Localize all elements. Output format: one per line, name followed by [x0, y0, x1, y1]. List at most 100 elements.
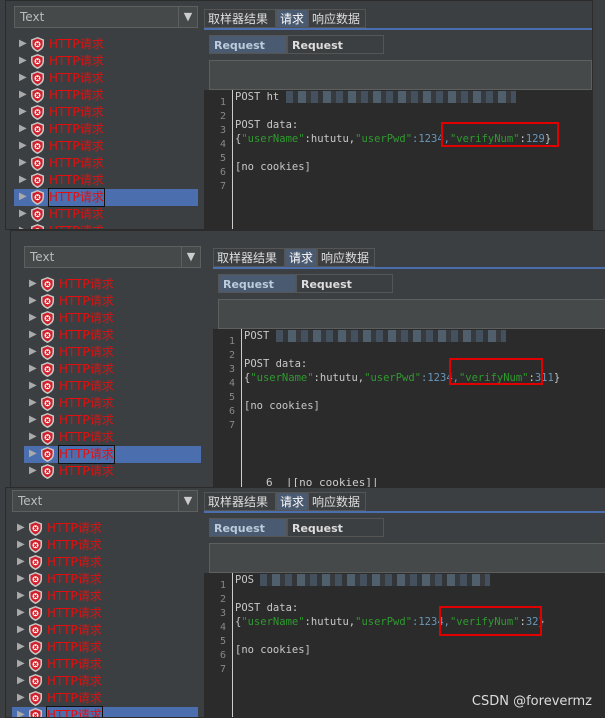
- tab-response-data[interactable]: 响应数据: [308, 9, 366, 28]
- expand-arrow-icon[interactable]: ▶: [19, 174, 27, 185]
- subtab-request-headers[interactable]: Request Headers: [296, 274, 393, 310]
- tree-item[interactable]: ▶ HTTP请求: [24, 429, 201, 446]
- expand-arrow-icon[interactable]: ▶: [17, 641, 25, 652]
- tree-item[interactable]: ▶ HTTP请求: [12, 537, 198, 554]
- expand-arrow-icon[interactable]: ▶: [19, 208, 27, 219]
- tree-item[interactable]: ▶ HTTP请求: [24, 361, 201, 378]
- tree-item[interactable]: ▶ HTTP请求: [12, 639, 198, 656]
- expand-arrow-icon[interactable]: ▶: [17, 590, 25, 601]
- tree-item[interactable]: ▶ HTTP请求: [12, 605, 198, 622]
- tab-response-data[interactable]: 响应数据: [317, 248, 375, 267]
- expand-arrow-icon[interactable]: ▶: [29, 431, 37, 442]
- tree-item[interactable]: ▶ HTTP请求: [14, 223, 198, 229]
- expand-arrow-icon[interactable]: ▶: [19, 191, 27, 202]
- expand-arrow-icon[interactable]: ▶: [29, 363, 37, 374]
- tree-item[interactable]: ▶ HTTP请求: [24, 293, 201, 310]
- expand-arrow-icon[interactable]: ▶: [17, 675, 25, 686]
- renderer-select[interactable]: Text ▼: [14, 6, 198, 28]
- expand-arrow-icon[interactable]: ▶: [19, 89, 27, 100]
- expand-arrow-icon[interactable]: ▶: [19, 55, 27, 66]
- expand-arrow-icon[interactable]: ▶: [19, 38, 27, 49]
- tab-request[interactable]: 请求: [276, 9, 308, 28]
- subtab-request-headers[interactable]: Request Headers: [287, 35, 384, 71]
- expand-arrow-icon[interactable]: ▶: [29, 380, 37, 391]
- tree-item[interactable]: ▶ HTTP请求: [24, 412, 201, 429]
- tab-response-data[interactable]: 响应数据: [308, 492, 366, 511]
- expand-arrow-icon[interactable]: ▶: [17, 692, 25, 703]
- tab-sampler-result[interactable]: 取样器结果: [204, 492, 276, 511]
- tree-item[interactable]: ▶ HTTP请求: [24, 276, 201, 293]
- expand-arrow-icon[interactable]: ▶: [29, 414, 37, 425]
- expand-arrow-icon[interactable]: ▶: [17, 607, 25, 618]
- tree-item-label: HTTP请求: [59, 396, 114, 410]
- error-shield-icon: [29, 691, 42, 706]
- tree-item[interactable]: ▶ HTTP请求: [24, 463, 201, 480]
- expand-arrow-icon[interactable]: ▶: [17, 658, 25, 669]
- expand-arrow-icon[interactable]: ▶: [19, 225, 27, 229]
- request-body-text[interactable]: 1234567 POST POST data: {"userName":hutu…: [213, 329, 605, 488]
- expand-arrow-icon[interactable]: ▶: [17, 556, 25, 567]
- tree-item[interactable]: ▶ HTTP请求: [14, 121, 198, 138]
- tree-item[interactable]: ▶ HTTP请求: [12, 520, 198, 537]
- error-shield-icon: [41, 464, 54, 479]
- tree-item[interactable]: ▶ HTTP请求: [14, 206, 198, 223]
- tab-sampler-result[interactable]: 取样器结果: [213, 248, 285, 267]
- expand-arrow-icon[interactable]: ▶: [19, 140, 27, 151]
- tree-item[interactable]: ▶ HTTP请求: [24, 395, 201, 412]
- expand-arrow-icon[interactable]: ▶: [29, 465, 37, 476]
- tree-item[interactable]: ▶ HTTP请求: [12, 571, 198, 588]
- expand-arrow-icon[interactable]: ▶: [29, 278, 37, 289]
- expand-arrow-icon[interactable]: ▶: [29, 346, 37, 357]
- error-shield-icon: [29, 589, 42, 604]
- expand-arrow-icon[interactable]: ▶: [19, 123, 27, 134]
- error-shield-icon: [41, 379, 54, 394]
- expand-arrow-icon[interactable]: ▶: [19, 72, 27, 83]
- tree-item[interactable]: ▶ HTTP请求: [12, 673, 198, 690]
- expand-arrow-icon[interactable]: ▶: [29, 312, 37, 323]
- tree-item[interactable]: ▶ HTTP请求: [24, 445, 201, 464]
- tree-item[interactable]: ▶ HTTP请求: [14, 155, 198, 172]
- tree-item[interactable]: ▶ HTTP请求: [14, 70, 198, 87]
- tree-item[interactable]: ▶ HTTP请求: [14, 36, 198, 53]
- dropdown-arrow-icon[interactable]: ▼: [178, 491, 197, 511]
- expand-arrow-icon[interactable]: ▶: [19, 157, 27, 168]
- tab-sampler-result[interactable]: 取样器结果: [204, 9, 276, 28]
- tree-item[interactable]: ▶ HTTP请求: [12, 656, 198, 673]
- subtab-request-body[interactable]: Request Body: [209, 518, 287, 554]
- expand-arrow-icon[interactable]: ▶: [29, 397, 37, 408]
- tree-item-label: HTTP请求: [59, 277, 114, 291]
- tree-item[interactable]: ▶ HTTP请求: [14, 138, 198, 155]
- tree-item-label: HTTP请求: [48, 188, 105, 207]
- tree-item[interactable]: ▶ HTTP请求: [14, 53, 198, 70]
- expand-arrow-icon[interactable]: ▶: [17, 573, 25, 584]
- dropdown-arrow-icon[interactable]: ▼: [178, 7, 197, 27]
- tree-item[interactable]: ▶ HTTP请求: [14, 188, 198, 207]
- renderer-select[interactable]: Text ▼: [24, 246, 201, 268]
- subtab-request-body[interactable]: Request Body: [209, 35, 287, 71]
- expand-arrow-icon[interactable]: ▶: [17, 539, 25, 550]
- expand-arrow-icon[interactable]: ▶: [29, 329, 37, 340]
- dropdown-arrow-icon[interactable]: ▼: [181, 247, 200, 267]
- subtab-request-headers[interactable]: Request Headers: [287, 518, 384, 554]
- request-body-text[interactable]: 1234567 POST ht POST data: {"userName":h…: [204, 90, 592, 229]
- expand-arrow-icon[interactable]: ▶: [29, 448, 37, 459]
- expand-arrow-icon[interactable]: ▶: [19, 106, 27, 117]
- tree-item[interactable]: ▶ HTTP请求: [14, 172, 198, 189]
- tree-item[interactable]: ▶ HTTP请求: [24, 310, 201, 327]
- tab-request[interactable]: 请求: [276, 492, 308, 511]
- expand-arrow-icon[interactable]: ▶: [29, 295, 37, 306]
- tree-item[interactable]: ▶ HTTP请求: [12, 554, 198, 571]
- tree-item[interactable]: ▶ HTTP请求: [14, 104, 198, 121]
- tree-item[interactable]: ▶ HTTP请求: [24, 344, 201, 361]
- tree-item[interactable]: ▶ HTTP请求: [14, 87, 198, 104]
- tree-item[interactable]: ▶ HTTP请求: [12, 588, 198, 605]
- tab-request[interactable]: 请求: [285, 248, 317, 267]
- tree-item[interactable]: ▶ HTTP请求: [12, 690, 198, 707]
- subtab-request-body[interactable]: Request Body: [218, 274, 296, 310]
- tree-item[interactable]: ▶ HTTP请求: [24, 378, 201, 395]
- renderer-select[interactable]: Text ▼: [12, 490, 198, 512]
- tree-item[interactable]: ▶ HTTP请求: [24, 327, 201, 344]
- expand-arrow-icon[interactable]: ▶: [17, 522, 25, 533]
- tree-item[interactable]: ▶ HTTP请求: [12, 622, 198, 639]
- expand-arrow-icon[interactable]: ▶: [17, 624, 25, 635]
